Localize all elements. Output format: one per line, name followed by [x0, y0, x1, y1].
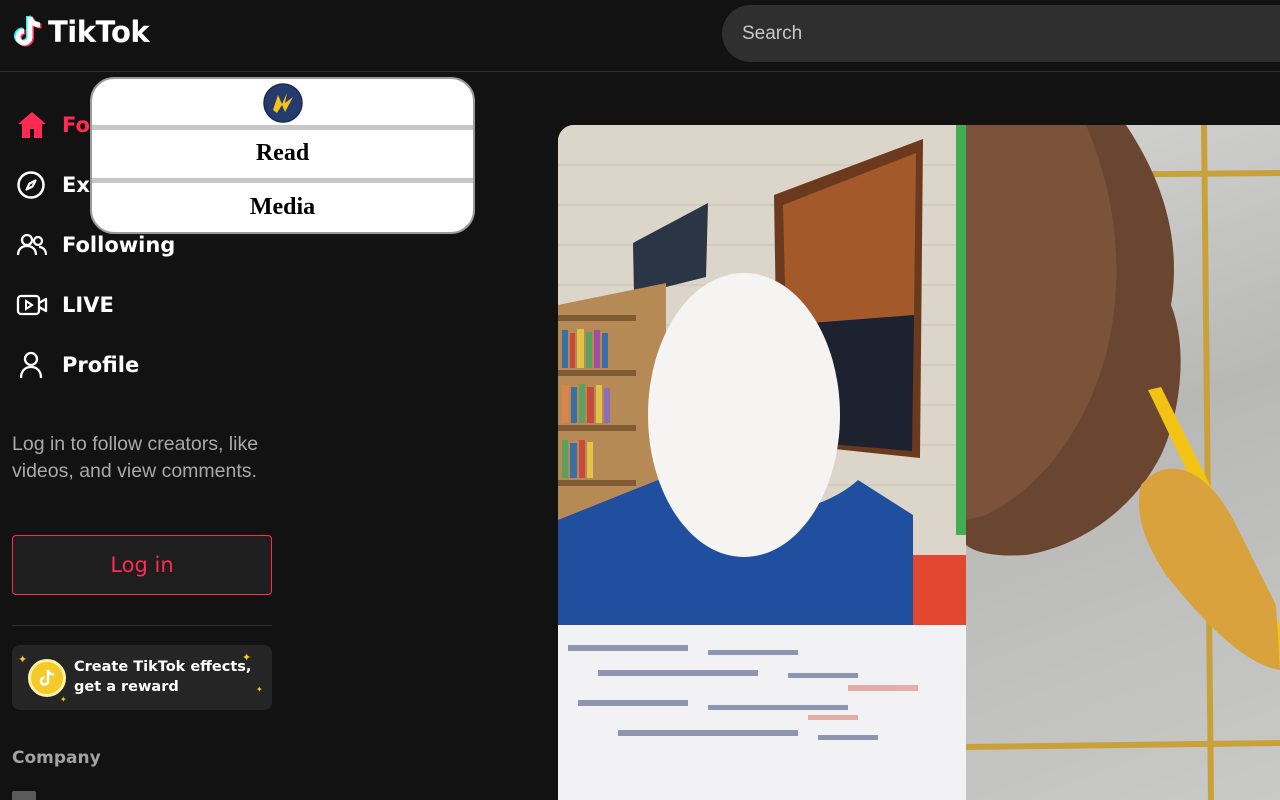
effects-promo-text: Create TikTok effects, get a reward	[74, 657, 251, 697]
effects-coin-icon	[28, 659, 66, 697]
classroom-scene	[558, 125, 966, 800]
following-icon	[12, 230, 52, 260]
sparkle-icon: ✦	[256, 685, 263, 694]
popup-header	[92, 79, 473, 127]
footer-company-heading[interactable]: Company	[12, 748, 101, 768]
logo-text: TikTok	[48, 15, 150, 49]
popup-separator	[92, 178, 473, 183]
sidebar-item-label: LIVE	[62, 293, 114, 317]
video-frame-right	[966, 125, 1280, 800]
sidebar-divider	[12, 625, 272, 626]
lightning-badge-icon	[262, 83, 303, 123]
tiktok-note-icon	[14, 15, 42, 47]
video-frame-left	[558, 125, 966, 800]
tiktok-logo[interactable]: TikTok	[12, 14, 150, 50]
sparkle-icon: ✦	[18, 654, 28, 666]
sidebar-item-label: Profile	[62, 353, 140, 377]
media-button[interactable]: Media	[92, 184, 473, 230]
login-hint-text: Log in to follow creators, like videos, …	[12, 433, 259, 482]
footer-truncated-text	[12, 791, 36, 800]
effects-promo-banner[interactable]: ✦ ✦ ✦ ✦ Create TikTok effects, get a rew…	[12, 645, 272, 710]
login-button[interactable]: Log in	[12, 535, 272, 595]
sidebar-item-label: Fo	[62, 113, 90, 137]
compass-icon	[12, 170, 52, 200]
reader-popup: Read Media	[90, 77, 475, 234]
video-player[interactable]	[558, 125, 1280, 800]
sparkle-icon: ✦	[60, 695, 67, 704]
search-input[interactable]	[742, 5, 1262, 62]
tile-scene	[966, 125, 1280, 800]
sidebar-item-profile[interactable]: Profile	[12, 341, 272, 389]
search-bar[interactable]	[722, 5, 1280, 62]
read-button[interactable]: Read	[92, 130, 473, 176]
sidebar-item-live[interactable]: LIVE	[12, 281, 272, 329]
sidebar-item-label: Following	[62, 233, 176, 257]
home-icon	[12, 110, 52, 140]
profile-icon	[12, 350, 52, 380]
effects-promo-line1: Create TikTok effects,	[74, 659, 252, 675]
top-header: TikTok	[0, 0, 1280, 72]
live-icon	[12, 292, 52, 318]
sidebar-item-label: Ex	[62, 173, 90, 197]
effects-promo-line2: get a reward	[74, 679, 179, 695]
